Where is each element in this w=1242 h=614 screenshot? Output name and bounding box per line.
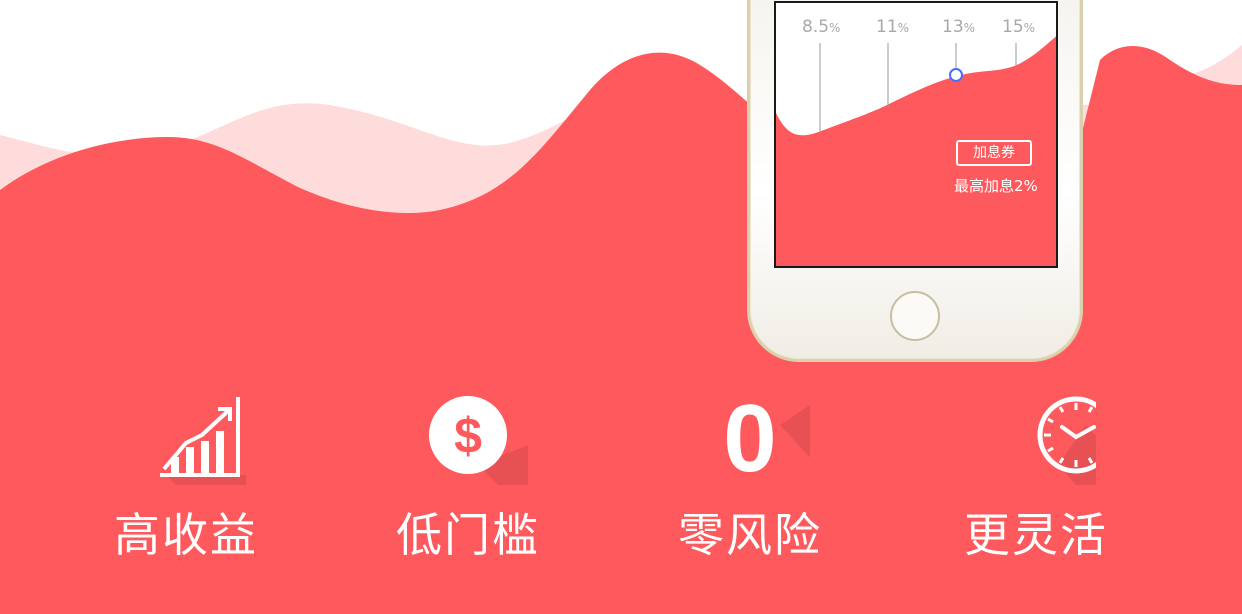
feature-label: 更灵活: [964, 508, 1108, 562]
rate-curve-chart: [776, 36, 1056, 266]
feature-high-return: 高收益: [86, 395, 286, 575]
feature-label: 高收益: [114, 508, 258, 562]
coupon-note: 最高加息2%: [954, 177, 1038, 195]
feature-label: 零风险: [678, 508, 822, 562]
rate-label-8-5: 8.5%: [802, 17, 841, 37]
clock-icon: [1037, 396, 1096, 485]
phone-mockup: 8.5% 11% 13% 15% 加息券 最高加息2%: [747, 0, 1083, 362]
feature-label: 低门槛: [396, 508, 540, 562]
svg-text:$: $: [454, 408, 482, 464]
coupon-badge: 加息券: [956, 140, 1032, 166]
growth-chart-icon: [160, 397, 246, 485]
zero-glyph: 0: [723, 385, 777, 492]
feature-more-flexible: 更灵活: [936, 395, 1136, 575]
rate-label-11: 11%: [876, 17, 910, 37]
phone-screen: 8.5% 11% 13% 15% 加息券 最高加息2%: [774, 1, 1058, 268]
zero-icon: 0: [690, 391, 810, 487]
rate-label-15: 15%: [1002, 17, 1036, 37]
dollar-coin-icon: $: [429, 396, 528, 485]
feature-low-threshold: $ 低门槛: [368, 395, 568, 575]
rate-label-13: 13%: [942, 17, 976, 37]
feature-zero-risk: 0 零风险: [650, 391, 850, 575]
home-button: [890, 291, 940, 341]
